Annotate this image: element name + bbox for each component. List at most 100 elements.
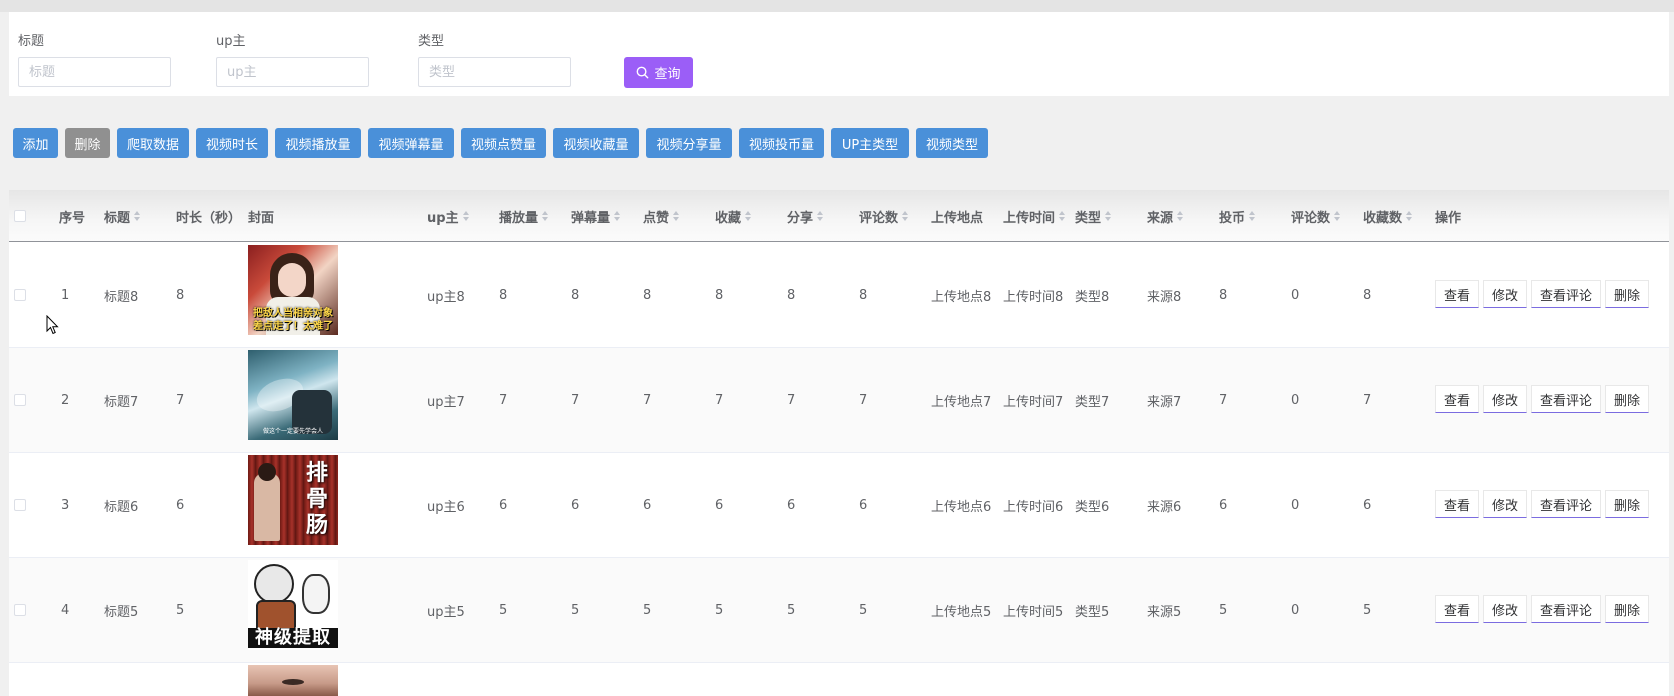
edit-button[interactable]: 修改 — [1483, 490, 1527, 518]
cell-danmaku: 8 — [571, 287, 580, 303]
col-type[interactable]: 类型 — [1075, 190, 1112, 242]
video-coins-button[interactable]: 视频投币量 — [739, 128, 824, 158]
query-button[interactable]: 查询 — [624, 57, 693, 88]
row-delete-button[interactable]: 删除 — [1605, 595, 1649, 623]
col-favorites[interactable]: 收藏 — [715, 190, 752, 242]
cell-fav-count: 6 — [1363, 497, 1372, 513]
cell-coins: 7 — [1219, 392, 1228, 408]
row-checkbox[interactable] — [14, 499, 26, 511]
cell-upload-time: 上传时间8 — [1003, 289, 1064, 305]
cell-title: 标题8 — [104, 289, 139, 305]
up-label: up主 — [216, 34, 246, 49]
cell-location: 上传地点8 — [931, 289, 992, 305]
table-row: 3 标题6 6 排骨肠 up主6 6 6 6 6 6 6 上传地点6 上传时间6… — [9, 453, 1669, 558]
sort-icon[interactable] — [462, 211, 469, 221]
mouse-pointer-icon — [46, 315, 59, 335]
sort-icon[interactable] — [673, 211, 680, 221]
view-button[interactable]: 查看 — [1435, 280, 1479, 308]
col-title[interactable]: 标题 — [104, 190, 141, 242]
video-shares-button[interactable]: 视频分享量 — [646, 128, 732, 158]
table-row — [9, 663, 1669, 696]
up-input[interactable] — [216, 57, 369, 87]
video-danmaku-button[interactable]: 视频弹幕量 — [368, 128, 454, 158]
row-delete-button[interactable]: 删除 — [1605, 280, 1649, 308]
sort-icon[interactable] — [1249, 211, 1256, 221]
edit-button[interactable]: 修改 — [1483, 595, 1527, 623]
sort-icon[interactable] — [1177, 211, 1184, 221]
view-button[interactable]: 查看 — [1435, 490, 1479, 518]
video-likes-button[interactable]: 视频点赞量 — [461, 128, 546, 158]
video-favorites-button[interactable]: 视频收藏量 — [553, 128, 639, 158]
sort-icon[interactable] — [614, 211, 621, 221]
view-comments-button[interactable]: 查看评论 — [1531, 385, 1601, 413]
edit-button[interactable]: 修改 — [1483, 280, 1527, 308]
col-coins[interactable]: 投币 — [1219, 190, 1256, 242]
view-comments-button[interactable]: 查看评论 — [1531, 280, 1601, 308]
row-checkbox[interactable] — [14, 394, 26, 406]
cell-plays: 8 — [499, 287, 508, 303]
cell-source: 来源7 — [1147, 394, 1182, 410]
crawl-data-button[interactable]: 爬取数据 — [117, 128, 189, 158]
cover-image[interactable] — [248, 665, 338, 696]
view-comments-button[interactable]: 查看评论 — [1531, 595, 1601, 623]
video-duration-button[interactable]: 视频时长 — [196, 128, 268, 158]
cover-image[interactable]: 把敌人当相亲对象 差点走了！太难了 — [248, 245, 338, 335]
sort-icon[interactable] — [1059, 211, 1066, 221]
col-up[interactable]: up主 — [427, 190, 469, 242]
cell-upload-time: 上传时间5 — [1003, 604, 1064, 620]
col-source[interactable]: 来源 — [1147, 190, 1184, 242]
cell-up: up主5 — [427, 604, 465, 620]
col-duration: 时长（秒） — [176, 210, 242, 226]
cell-index: 4 — [61, 602, 70, 618]
video-plays-button[interactable]: 视频播放量 — [275, 128, 361, 158]
cell-title: 标题5 — [104, 604, 139, 620]
sort-icon[interactable] — [902, 211, 909, 221]
view-button[interactable]: 查看 — [1435, 385, 1479, 413]
cell-title: 标题7 — [104, 394, 139, 410]
add-button[interactable]: 添加 — [13, 128, 58, 158]
cover-image[interactable]: 排骨肠 — [248, 455, 338, 545]
cell-coins: 5 — [1219, 602, 1228, 618]
cell-up: up主6 — [427, 499, 465, 515]
cell-comment-count: 0 — [1291, 287, 1300, 303]
view-button[interactable]: 查看 — [1435, 595, 1479, 623]
cover-image[interactable]: 神级提取 — [248, 560, 338, 650]
sort-icon[interactable] — [542, 211, 549, 221]
cell-title: 标题6 — [104, 499, 139, 515]
up-type-button[interactable]: UP主类型 — [831, 128, 909, 158]
cover-caption: 把敌人当相亲对象 差点走了！太难了 — [253, 308, 333, 332]
delete-button[interactable]: 删除 — [65, 128, 110, 158]
col-comments[interactable]: 评论数 — [859, 190, 909, 242]
row-delete-button[interactable]: 删除 — [1605, 385, 1649, 413]
sort-icon[interactable] — [745, 211, 752, 221]
video-type-button[interactable]: 视频类型 — [916, 128, 988, 158]
col-comment-count[interactable]: 评论数 — [1291, 190, 1341, 242]
cell-favorites: 6 — [715, 497, 724, 513]
cover-image[interactable]: 做这个一定要先学会人 — [248, 350, 338, 440]
sort-icon[interactable] — [817, 211, 824, 221]
cell-type: 类型6 — [1075, 499, 1110, 515]
col-index: 序号 — [59, 210, 86, 226]
title-input[interactable] — [18, 57, 171, 87]
col-shares[interactable]: 分享 — [787, 190, 824, 242]
row-delete-button[interactable]: 删除 — [1605, 490, 1649, 518]
sort-icon[interactable] — [1105, 211, 1112, 221]
type-input[interactable] — [418, 57, 571, 87]
col-upload-time[interactable]: 上传时间 — [1003, 190, 1066, 242]
sort-icon[interactable] — [1406, 211, 1413, 221]
cell-favorites: 8 — [715, 287, 724, 303]
row-checkbox[interactable] — [14, 604, 26, 616]
col-plays[interactable]: 播放量 — [499, 190, 549, 242]
cell-coins: 8 — [1219, 287, 1228, 303]
cell-favorites: 7 — [715, 392, 724, 408]
select-all-checkbox[interactable] — [14, 210, 26, 222]
cell-likes: 5 — [643, 602, 652, 618]
view-comments-button[interactable]: 查看评论 — [1531, 490, 1601, 518]
edit-button[interactable]: 修改 — [1483, 385, 1527, 413]
col-danmaku[interactable]: 弹幕量 — [571, 190, 621, 242]
col-fav-count[interactable]: 收藏数 — [1363, 190, 1413, 242]
sort-icon[interactable] — [1334, 211, 1341, 221]
row-checkbox[interactable] — [14, 289, 26, 301]
col-likes[interactable]: 点赞 — [643, 190, 680, 242]
sort-icon[interactable] — [134, 211, 141, 221]
